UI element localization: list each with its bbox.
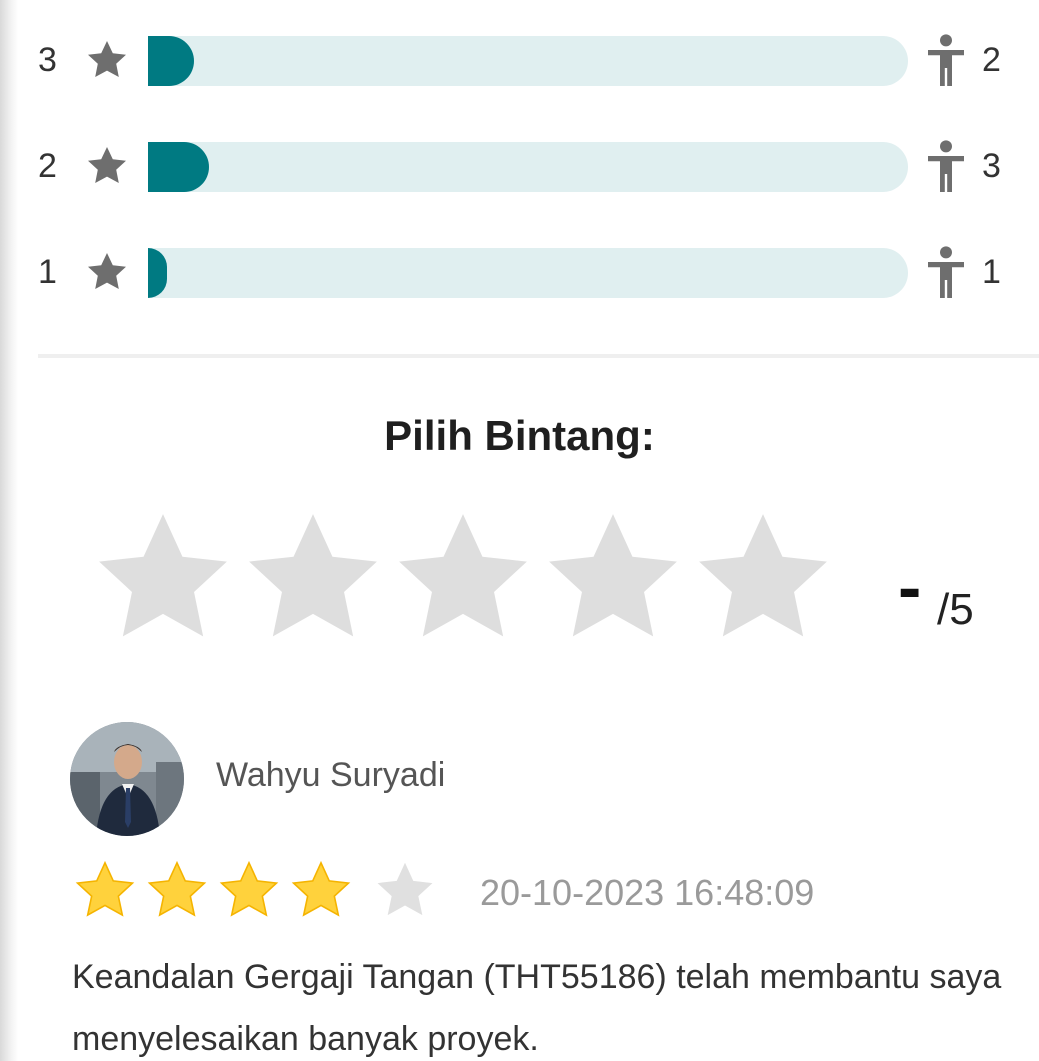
rating-distribution-row-3: 3 2	[38, 32, 1028, 88]
distribution-bar-fill	[148, 36, 194, 86]
selected-rating-value: -	[898, 548, 922, 626]
panel-edge-shadow	[0, 0, 18, 1061]
star-picker-option-5[interactable]	[688, 505, 838, 651]
star-filled-icon	[291, 860, 351, 917]
rating-distribution-row-2: 2 3	[38, 138, 1028, 194]
rating-max-label: /5	[937, 585, 974, 634]
distribution-bar-track	[148, 36, 908, 86]
reviewer-name: Wahyu Suryadi	[216, 756, 446, 794]
star-icon	[88, 253, 126, 289]
person-icon	[928, 246, 964, 298]
review-text: Keandalan Gergaji Tangan (THT55186) tela…	[72, 958, 1002, 1058]
star-filled-icon	[75, 860, 135, 917]
distribution-bar-fill	[148, 142, 209, 192]
distribution-bar-track	[148, 142, 908, 192]
avatar-photo	[70, 722, 184, 836]
star-picker-option-2[interactable]	[238, 505, 388, 651]
star-picker-option-1[interactable]	[88, 505, 238, 651]
star-filled-icon	[147, 860, 207, 917]
star-picker-option-4[interactable]	[538, 505, 688, 651]
person-icon	[928, 34, 964, 86]
distribution-count: 2	[982, 41, 1001, 79]
distribution-count: 3	[982, 147, 1001, 185]
star-picker-option-3[interactable]	[388, 505, 538, 651]
star-filled-icon	[219, 860, 279, 917]
star-empty-icon	[377, 862, 433, 916]
pick-star-title: Pilih Bintang:	[384, 412, 655, 459]
distribution-bar-track	[148, 248, 908, 298]
section-divider	[38, 354, 1039, 358]
distribution-count: 1	[982, 253, 1001, 291]
person-icon	[928, 140, 964, 192]
distribution-bar-fill	[148, 248, 167, 298]
star-icon	[88, 41, 126, 77]
review-date: 20-10-2023 16:48:09	[480, 872, 815, 913]
distribution-star-label: 2	[38, 147, 57, 185]
distribution-star-label: 1	[38, 253, 57, 291]
avatar	[70, 722, 184, 836]
star-icon	[88, 147, 126, 183]
rating-panel: 3 2 2 3 1 1 Pilih Bintang: - /5 Wahyu Su…	[0, 0, 1039, 1061]
rating-distribution-row-1: 1 1	[38, 244, 1028, 300]
distribution-star-label: 3	[38, 41, 57, 79]
